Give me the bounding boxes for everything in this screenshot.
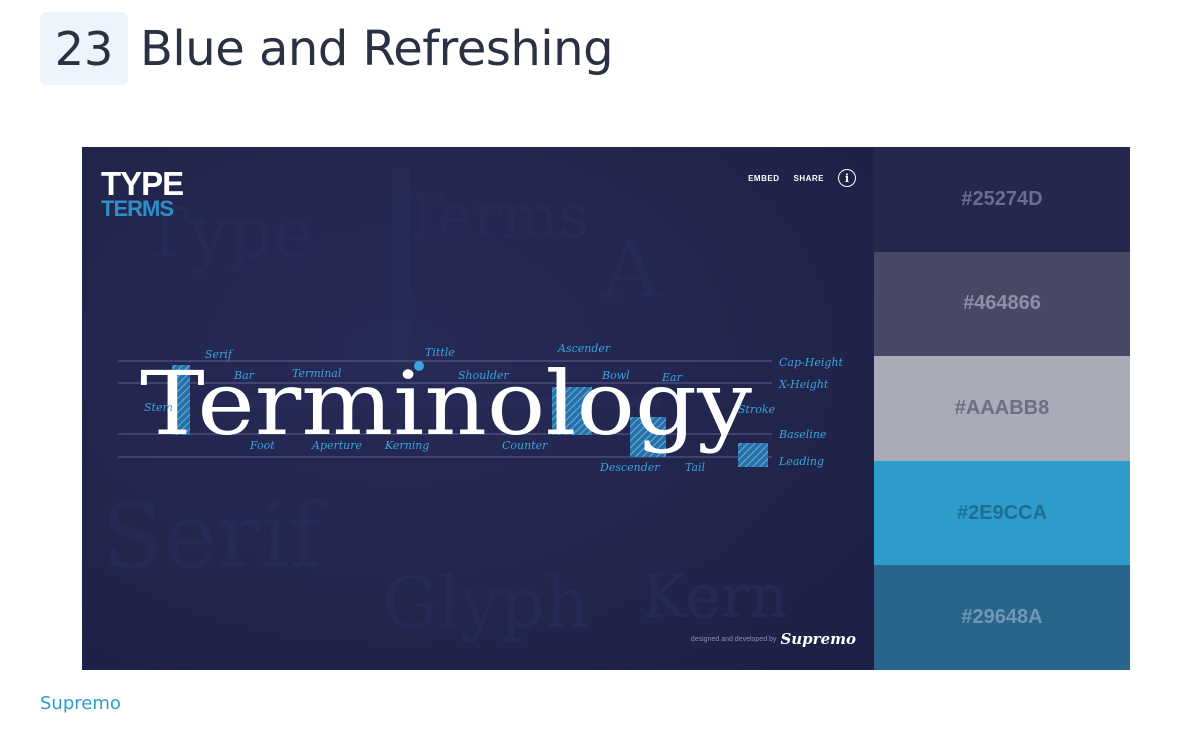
label-bowl: Bowl xyxy=(601,369,630,382)
label-shoulder: Shoulder xyxy=(458,369,509,382)
label-baseline: Baseline xyxy=(778,428,827,441)
label-kerning: Kerning xyxy=(384,439,429,452)
hero-word: Terminology xyxy=(140,352,752,455)
label-tail: Tail xyxy=(685,461,706,474)
label-ear: Ear xyxy=(661,371,683,384)
label-x-height: X-Height xyxy=(778,378,829,391)
supremo-logo[interactable]: Supremo xyxy=(780,630,856,648)
label-ascender: Ascender xyxy=(557,342,611,355)
color-palette: #25274D #464866 #AAABB8 #2E9CCA #29648A xyxy=(874,147,1130,670)
label-stroke: Stroke xyxy=(738,403,776,416)
swatch-3[interactable]: #AAABB8 xyxy=(874,356,1130,461)
terminology-illustration: Terminology Serif Tittle Ascender Cap-He… xyxy=(118,342,843,474)
label-stem: Stem xyxy=(144,401,173,414)
tittle-dot xyxy=(414,361,424,371)
credit-text: designed and developed by xyxy=(690,635,777,643)
swatch-4[interactable]: #2E9CCA xyxy=(874,460,1130,566)
palette-figure: Type Terms A Serif Glyph Kern TYPE TERMS… xyxy=(82,147,1130,670)
section-heading: 23 Blue and Refreshing xyxy=(40,12,614,85)
source-link[interactable]: Supremo xyxy=(40,693,121,714)
label-tittle: Tittle xyxy=(425,346,455,359)
credit: designed and developed by Supremo xyxy=(691,630,856,648)
swatch-1[interactable]: #25274D xyxy=(874,147,1130,252)
swatch-5[interactable]: #29648A xyxy=(874,565,1130,670)
label-foot: Foot xyxy=(249,439,275,452)
website-screenshot: Type Terms A Serif Glyph Kern TYPE TERMS… xyxy=(82,147,874,670)
label-leading: Leading xyxy=(778,455,824,468)
item-number-badge: 23 xyxy=(40,12,128,85)
section-title: Blue and Refreshing xyxy=(140,20,614,77)
label-descender: Descender xyxy=(599,461,660,474)
label-bar: Bar xyxy=(233,369,255,382)
label-aperture: Aperture xyxy=(311,439,363,452)
label-serif: Serif xyxy=(205,348,234,361)
label-counter: Counter xyxy=(502,439,548,452)
label-terminal: Terminal xyxy=(292,367,342,380)
swatch-2[interactable]: #464866 xyxy=(874,251,1130,357)
label-cap-height: Cap-Height xyxy=(779,356,843,369)
